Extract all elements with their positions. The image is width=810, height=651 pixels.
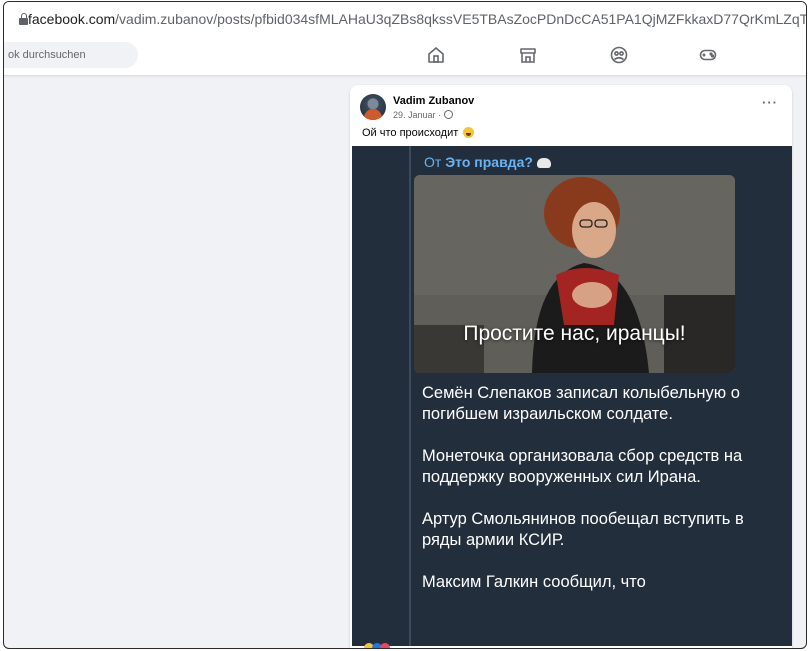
marketplace-icon[interactable] xyxy=(518,45,538,65)
post-options-button[interactable]: ··· xyxy=(762,95,778,110)
laughing-emoji-icon xyxy=(463,127,475,138)
post-date[interactable]: 29. Januar · xyxy=(393,110,444,120)
home-icon[interactable] xyxy=(426,45,446,65)
address-bar[interactable]: facebook.com/vadim.zubanov/posts/pfbid03… xyxy=(4,2,806,36)
message-paragraph: Артур Смольянинов пообещал вступить в ря… xyxy=(422,510,744,549)
meme-caption: Простите нас, иранцы! xyxy=(463,322,686,345)
post-card: Vadim Zubanov 29. Januar · ··· Ой что пр… xyxy=(350,85,792,648)
post-author[interactable]: Vadim Zubanov xyxy=(393,95,474,107)
url-path: /vadim.zubanov/posts/pfbid034sfMLAHaU3qZ… xyxy=(115,10,807,27)
message-paragraph: Семён Слепаков записал колыбельную о пог… xyxy=(422,384,740,423)
forwarded-channel[interactable]: Это правда? xyxy=(445,154,533,170)
facebook-top-nav: ok durchsuchen xyxy=(4,35,806,76)
browser-window: facebook.com/vadim.zubanov/posts/pfbid03… xyxy=(3,1,807,649)
forwarded-prefix: От xyxy=(424,154,442,170)
quote-bar xyxy=(409,146,411,646)
message-paragraph: Максим Галкин сообщил, что xyxy=(422,573,646,591)
search-input[interactable]: ok durchsuchen xyxy=(4,42,138,68)
message-text: Семён Слепаков записал колыбельную о пог… xyxy=(422,383,762,614)
url-domain: facebook.com xyxy=(28,10,116,27)
post-meta[interactable]: 29. Januar · xyxy=(393,110,453,120)
rabbit-icon xyxy=(536,158,551,168)
gaming-icon[interactable] xyxy=(698,45,718,65)
embedded-screenshot[interactable]: От Это правда? Простите нас, иранцы! Сем… xyxy=(352,146,792,646)
love-reaction-icon xyxy=(380,643,390,648)
caption-text: Ой что происходит xyxy=(362,127,459,139)
url-text[interactable]: facebook.com/vadim.zubanov/posts/pfbid03… xyxy=(28,10,807,27)
post-caption: Ой что происходит xyxy=(362,127,475,139)
globe-icon xyxy=(443,110,453,119)
avatar[interactable] xyxy=(360,94,386,120)
message-paragraph: Монеточка организовала сбор средств на п… xyxy=(422,447,743,486)
reactions-bar[interactable] xyxy=(364,641,784,648)
groups-icon[interactable] xyxy=(609,45,629,65)
forwarded-from[interactable]: От Это правда? xyxy=(424,154,551,170)
meme-photo[interactable]: Простите нас, иранцы! xyxy=(414,175,735,373)
